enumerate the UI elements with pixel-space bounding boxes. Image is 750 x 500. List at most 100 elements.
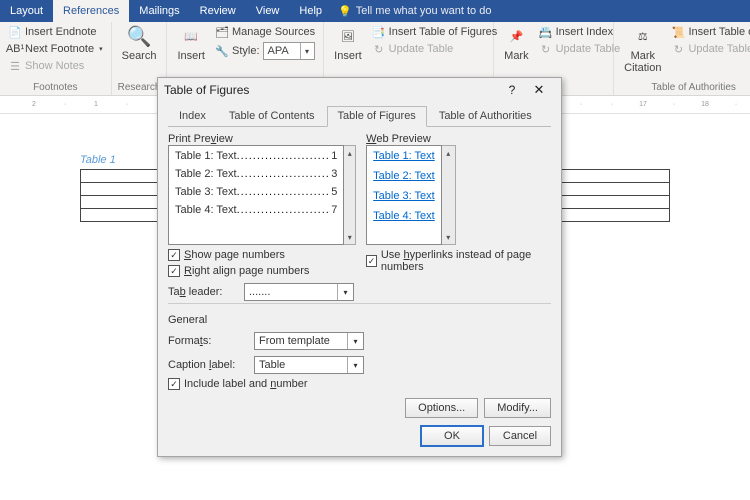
right-align-checkbox[interactable]: ✓Right align page numbers	[168, 265, 356, 277]
insert-toa-label: Insert Table of Auth	[688, 26, 750, 38]
formats-combo[interactable]: From template▾	[254, 332, 364, 350]
group-label-footnotes: Footnotes	[6, 82, 105, 93]
checkbox-icon: ✓	[168, 265, 180, 277]
lightbulb-icon: 💡	[338, 5, 352, 18]
insert-endnote-label: Insert Endnote	[25, 26, 97, 38]
web-preview: Table 1: Text Table 2: Text Table 3: Tex…	[366, 145, 442, 245]
show-notes-label: Show Notes	[25, 60, 84, 72]
update-icon: ↻	[372, 42, 386, 56]
tab-help[interactable]: Help	[289, 0, 332, 22]
wp-link: Table 3: Text	[373, 190, 435, 202]
search-icon: 🔍	[127, 24, 151, 48]
scroll-up-icon[interactable]: ▴	[442, 146, 455, 160]
caption-icon: 🖼	[336, 24, 360, 48]
endnote-icon: 📄	[8, 25, 22, 39]
print-preview-scrollbar[interactable]: ▴▾	[344, 145, 356, 245]
caption-label-label: Caption label:	[168, 359, 248, 371]
group-footnotes: 📄Insert Endnote AB¹Next Footnote▾ ☰Show …	[0, 22, 112, 95]
insert-toa-button[interactable]: 📜Insert Table of Auth	[669, 24, 750, 40]
manage-sources-label: Manage Sources	[232, 26, 315, 38]
tell-me-search[interactable]: 💡 Tell me what you want to do	[332, 0, 497, 22]
search-button[interactable]: 🔍 Search	[118, 24, 161, 62]
cancel-button[interactable]: Cancel	[489, 426, 551, 446]
pp-page: 3	[329, 168, 337, 180]
tab-view[interactable]: View	[246, 0, 290, 22]
insert-citation-button[interactable]: 📖 Insert	[173, 24, 209, 62]
manage-sources-button[interactable]: 🗂Manage Sources	[213, 24, 317, 40]
wp-link: Table 4: Text	[373, 210, 435, 222]
scroll-down-icon[interactable]: ▾	[344, 230, 355, 244]
mark-citation-button[interactable]: ⚖MarkCitation	[620, 24, 665, 74]
show-page-numbers-checkbox[interactable]: ✓Show page numbers	[168, 249, 356, 261]
tab-leader-label: Tab leader:	[168, 286, 238, 298]
close-button[interactable]: ✕	[523, 82, 555, 98]
search-label: Search	[122, 50, 157, 62]
dialog-tab-toa[interactable]: Table of Authorities	[428, 106, 543, 127]
show-notes-icon: ☰	[8, 59, 22, 73]
options-button[interactable]: Options...	[405, 398, 478, 418]
next-footnote-label: Next Footnote	[25, 43, 94, 55]
dialog-tab-toc[interactable]: Table of Contents	[218, 106, 326, 127]
tell-me-label: Tell me what you want to do	[356, 5, 492, 17]
pp-text: Table 1: Text	[175, 150, 237, 162]
next-footnote-icon: AB¹	[8, 42, 22, 56]
pp-page: 7	[329, 204, 337, 216]
tab-references[interactable]: References	[53, 0, 129, 22]
chevron-down-icon: ▾	[300, 43, 314, 59]
chevron-down-icon: ▾	[347, 333, 363, 349]
pp-text: Table 3: Text	[175, 186, 237, 198]
insert-tof-label: Insert Table of Figures	[389, 26, 498, 38]
insert-endnote-button[interactable]: 📄Insert Endnote	[6, 24, 105, 40]
dialog-tab-tof[interactable]: Table of Figures	[327, 106, 427, 127]
dialog-tabs: Index Table of Contents Table of Figures…	[168, 106, 551, 127]
style-combo[interactable]: APA▾	[263, 42, 315, 60]
use-hyperlinks-checkbox[interactable]: ✓Use hyperlinks instead of page numbers	[366, 249, 551, 273]
insert-tof-button[interactable]: 📑Insert Table of Figures	[370, 24, 500, 40]
dialog-tab-index[interactable]: Index	[168, 106, 217, 127]
style-selector[interactable]: 🔧 Style: APA▾	[213, 41, 317, 61]
pp-text: Table 4: Text	[175, 204, 237, 216]
mark-entry-button[interactable]: 📌Mark	[500, 24, 532, 62]
table-of-figures-dialog: Table of Figures ? ✕ Index Table of Cont…	[157, 77, 562, 457]
wp-link: Table 2: Text	[373, 170, 435, 182]
caption-label-value: Table	[259, 359, 285, 371]
insert-caption-button[interactable]: 🖼 Insert	[330, 24, 366, 62]
wp-link: Table 1: Text	[373, 150, 435, 162]
update-table-label: Update Table	[389, 43, 454, 55]
update-toa-label: Update Table	[688, 43, 750, 55]
modify-button[interactable]: Modify...	[484, 398, 551, 418]
scroll-up-icon[interactable]: ▴	[344, 146, 355, 160]
update-icon: ↻	[671, 42, 685, 56]
pp-page: 1	[329, 150, 337, 162]
group-label-research: Research	[118, 82, 161, 93]
scroll-down-icon[interactable]: ▾	[442, 230, 455, 244]
toa-icon: 📜	[671, 25, 685, 39]
tab-mailings[interactable]: Mailings	[129, 0, 189, 22]
tab-layout[interactable]: Layout	[0, 0, 53, 22]
general-label: General	[168, 314, 551, 326]
show-notes-button: ☰Show Notes	[6, 58, 105, 74]
mark-citation-label2: Citation	[624, 62, 661, 74]
chevron-down-icon: ▾	[347, 357, 363, 373]
print-preview-label: Print Preview	[168, 133, 356, 145]
include-label-checkbox[interactable]: ✓Include label and number	[168, 378, 551, 390]
insert-index-button[interactable]: 📇Insert Index	[537, 24, 623, 40]
style-icon: 🔧	[215, 44, 229, 58]
insert-caption-label: Insert	[334, 50, 362, 62]
citation-icon: 📖	[179, 24, 203, 48]
tab-leader-combo[interactable]: .......▾	[244, 283, 354, 301]
web-preview-scrollbar[interactable]: ▴▾	[442, 145, 456, 245]
mark-citation-label1: Mark	[631, 50, 655, 62]
mark-entry-label: Mark	[504, 50, 528, 62]
caption-label-combo[interactable]: Table ▾	[254, 356, 364, 374]
dialog-title: Table of Figures	[164, 83, 249, 97]
next-footnote-button[interactable]: AB¹Next Footnote▾	[6, 41, 105, 57]
index-icon: 📇	[539, 25, 553, 39]
help-button[interactable]: ?	[501, 83, 523, 97]
tab-review[interactable]: Review	[190, 0, 246, 22]
update-table-button: ↻Update Table	[370, 41, 500, 57]
pp-page: 5	[329, 186, 337, 198]
checkbox-icon: ✓	[168, 378, 180, 390]
checkbox-icon: ✓	[366, 255, 377, 267]
ok-button[interactable]: OK	[421, 426, 483, 446]
